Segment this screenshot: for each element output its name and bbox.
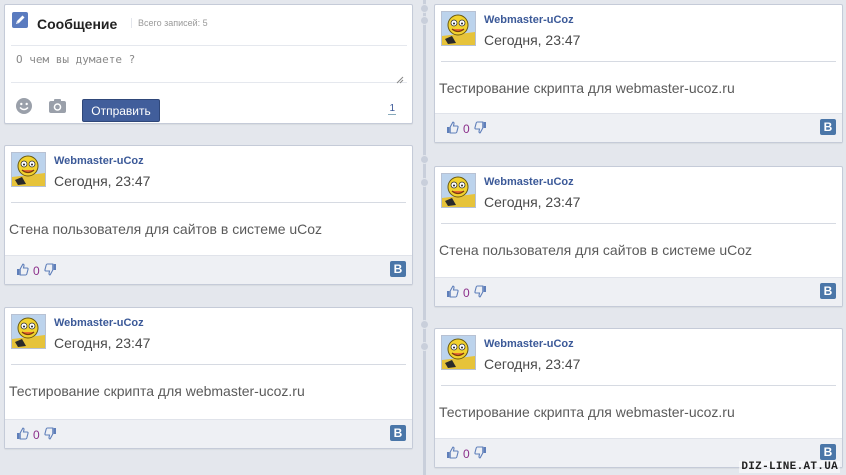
separator [441, 223, 836, 224]
post-author[interactable]: Webmaster-uCoz [484, 176, 574, 188]
post-card: Webmaster-uCoz Сегодня, 23:47 Тестирование… [434, 4, 843, 143]
post-author[interactable]: Webmaster-uCoz [54, 317, 144, 329]
post-card: Webmaster-uCoz Сегодня, 23:47 Стена пользо… [434, 166, 843, 307]
dislike-icon[interactable] [44, 427, 57, 443]
avatar[interactable] [441, 335, 476, 370]
compose-title: Сообщение [37, 16, 118, 32]
post-author[interactable]: Webmaster-uCoz [484, 14, 574, 26]
post-text: Стена пользователя для сайтов в системе … [9, 221, 323, 237]
vk-share-icon[interactable]: B [820, 119, 836, 135]
post-card: Webmaster-uCoz Сегодня, 23:47 Стена пользо… [4, 145, 413, 285]
rating: 0 [16, 263, 57, 279]
post-date: Сегодня, 23:47 [484, 32, 581, 48]
separator [11, 202, 406, 203]
dislike-icon[interactable] [44, 263, 57, 279]
timeline-spine [423, 0, 426, 475]
post-author[interactable]: Webmaster-uCoz [484, 338, 574, 350]
smiley-icon[interactable] [15, 97, 33, 115]
like-count: 0 [463, 122, 470, 136]
post-card: Webmaster-uCoz Сегодня, 23:47 Тестирование… [4, 307, 413, 449]
resize-handle[interactable] [396, 71, 404, 84]
post-author[interactable]: Webmaster-uCoz [54, 155, 144, 167]
char-counter: 1 [388, 103, 396, 115]
like-count: 0 [463, 286, 470, 300]
post-date: Сегодня, 23:47 [54, 173, 151, 189]
post-footer: 0B [435, 113, 842, 142]
post-footer: 0B [5, 255, 412, 284]
post-card: Webmaster-uCoz Сегодня, 23:47 Тестирование… [434, 328, 843, 468]
timeline-dot [420, 155, 429, 164]
post-text: Тестирование скрипта для webmaster-ucoz.… [439, 80, 735, 96]
dislike-icon[interactable] [474, 446, 487, 462]
vk-share-icon[interactable]: B [390, 425, 406, 441]
like-icon[interactable] [446, 446, 459, 462]
post-text: Тестирование скрипта для webmaster-ucoz.… [9, 383, 305, 399]
like-icon[interactable] [16, 263, 29, 279]
timeline-dot [420, 178, 429, 187]
post-date: Сегодня, 23:47 [484, 356, 581, 372]
vk-share-icon[interactable]: B [390, 261, 406, 277]
post-count: Всего записей: 5 [131, 18, 208, 28]
message-input[interactable] [11, 45, 407, 83]
like-icon[interactable] [446, 121, 459, 137]
post-text: Тестирование скрипта для webmaster-ucoz.… [439, 404, 735, 420]
avatar[interactable] [441, 11, 476, 46]
like-icon[interactable] [446, 285, 459, 301]
compose-box: Сообщение Всего записей: 5 Отправить 1 [4, 4, 413, 124]
rating: 0 [446, 121, 487, 137]
timeline-dot [420, 16, 429, 25]
rating: 0 [16, 427, 57, 443]
dislike-icon[interactable] [474, 285, 487, 301]
pencil-icon [12, 12, 28, 28]
avatar[interactable] [11, 152, 46, 187]
avatar[interactable] [11, 314, 46, 349]
post-footer: 0B [5, 419, 412, 448]
send-button[interactable]: Отправить [82, 99, 160, 122]
camera-icon[interactable] [48, 98, 67, 114]
rating: 0 [446, 285, 487, 301]
dislike-icon[interactable] [474, 121, 487, 137]
like-count: 0 [463, 447, 470, 461]
post-footer: 0B [435, 277, 842, 306]
post-date: Сегодня, 23:47 [54, 335, 151, 351]
watermark: DIZ-LINE.AT.UA [739, 461, 840, 473]
post-date: Сегодня, 23:47 [484, 194, 581, 210]
separator [11, 364, 406, 365]
avatar[interactable] [441, 173, 476, 208]
like-icon[interactable] [16, 427, 29, 443]
like-count: 0 [33, 264, 40, 278]
post-text: Стена пользователя для сайтов в системе … [439, 242, 753, 258]
timeline-dot [420, 342, 429, 351]
like-count: 0 [33, 428, 40, 442]
separator [441, 61, 836, 62]
timeline-dot [420, 4, 429, 13]
rating: 0 [446, 446, 487, 462]
vk-share-icon[interactable]: B [820, 283, 836, 299]
vk-share-icon[interactable]: B [820, 444, 836, 460]
separator [441, 385, 836, 386]
timeline-dot [420, 320, 429, 329]
